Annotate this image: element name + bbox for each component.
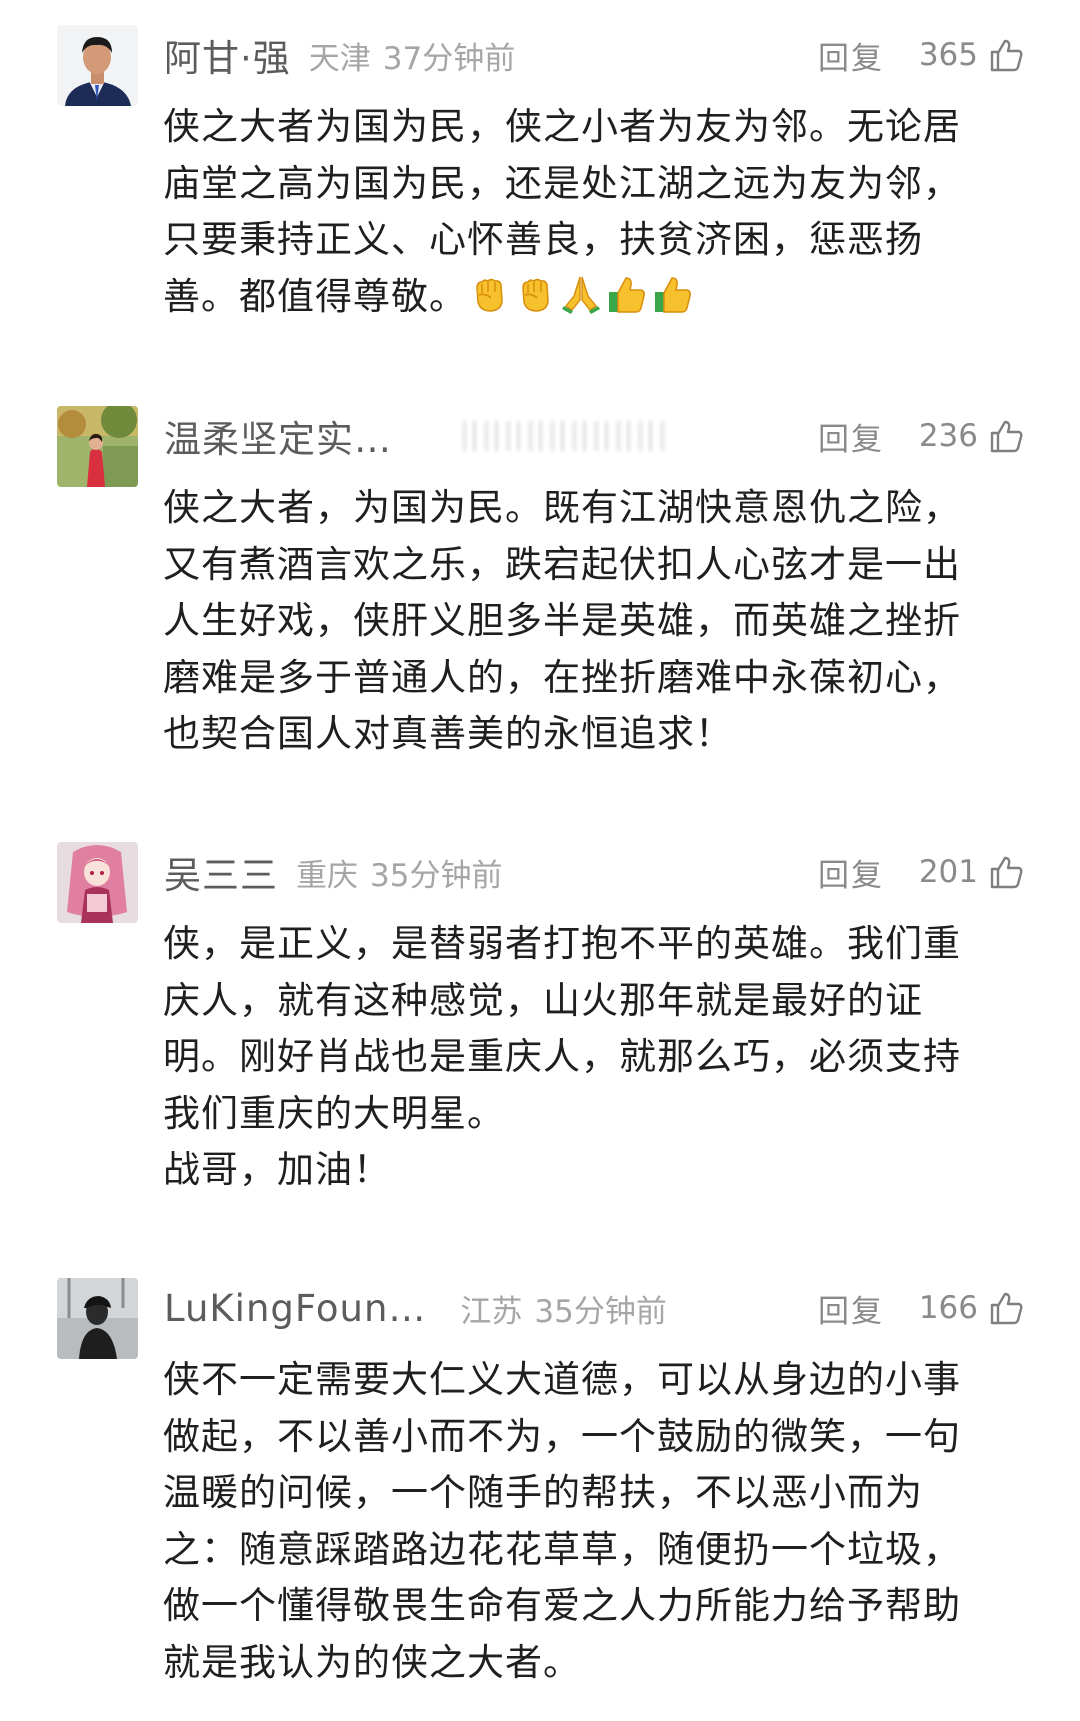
location: 重庆 bbox=[296, 857, 358, 894]
reply-button[interactable]: 回复 bbox=[818, 1286, 884, 1331]
avatar[interactable] bbox=[57, 842, 138, 923]
like-count: 365 bbox=[918, 37, 978, 73]
comment-text: 侠之大者为国为民，侠之小者为友为邻。无论居 庙堂之高为国为民，还是处江湖之远为友… bbox=[163, 99, 1033, 325]
timestamp: 37分钟前 bbox=[382, 40, 516, 77]
emoji-row bbox=[467, 272, 695, 316]
thumbs-up-icon[interactable] bbox=[988, 1290, 1024, 1326]
username[interactable]: 温柔坚定实… bbox=[164, 409, 392, 463]
location: 天津 bbox=[308, 40, 371, 77]
pray-icon bbox=[562, 276, 600, 314]
reply-button[interactable]: 回复 bbox=[818, 33, 884, 78]
comment-header: 阿甘·强 天津 37分钟前 回复 365 bbox=[164, 25, 1080, 85]
like-count: 166 bbox=[918, 1290, 978, 1326]
comment-header: LuKingFoun… 江苏 35分钟前 回复 166 bbox=[164, 1278, 1080, 1338]
comment-text: 侠，是正义，是替弱者打抱不平的英雄。我们重 庆人，就有这种感觉，山火那年就是最好… bbox=[163, 922, 961, 1191]
like-count: 201 bbox=[918, 854, 978, 890]
location: 江苏 bbox=[460, 1293, 523, 1330]
comment-header: 吴三三 重庆 35分钟前 回复 201 bbox=[164, 842, 1080, 902]
thumbs-up-icon bbox=[609, 276, 645, 313]
avatar[interactable] bbox=[57, 406, 138, 487]
fist-icon bbox=[476, 278, 503, 312]
comment-text: 侠不一定需要大仁义大道德，可以从身边的小事 做起，不以善小而不为，一个鼓励的微笑… bbox=[163, 1358, 961, 1684]
username[interactable]: LuKingFoun… bbox=[164, 1287, 426, 1330]
username[interactable]: 阿甘·强 bbox=[164, 28, 291, 82]
like-count: 236 bbox=[918, 418, 978, 454]
comment-text: 侠之大者，为国为民。既有江湖快意恩仇之险， 又有煮酒言欢之乐，跌宕起伏扣人心弦才… bbox=[163, 486, 961, 755]
thumbs-up-icon bbox=[655, 276, 691, 313]
username[interactable]: 吴三三 bbox=[164, 845, 278, 899]
redacted-info bbox=[462, 421, 667, 451]
timestamp: 35分钟前 bbox=[370, 857, 503, 894]
avatar[interactable] bbox=[57, 1278, 138, 1359]
like-button[interactable]: 365 bbox=[919, 37, 1024, 73]
reply-button[interactable]: 回复 bbox=[818, 414, 884, 459]
like-button[interactable]: 201 bbox=[919, 854, 1024, 890]
fist-icon bbox=[522, 278, 549, 312]
timestamp: 35分钟前 bbox=[534, 1293, 667, 1330]
thumbs-up-icon[interactable] bbox=[988, 37, 1024, 73]
thumbs-up-icon[interactable] bbox=[988, 854, 1024, 890]
reply-button[interactable]: 回复 bbox=[818, 850, 884, 895]
avatar[interactable] bbox=[57, 25, 138, 106]
like-button[interactable]: 236 bbox=[919, 418, 1024, 454]
like-button[interactable]: 166 bbox=[919, 1290, 1024, 1326]
comment-header: 温柔坚定实… 回复 236 bbox=[164, 406, 1080, 466]
thumbs-up-icon[interactable] bbox=[988, 418, 1024, 454]
